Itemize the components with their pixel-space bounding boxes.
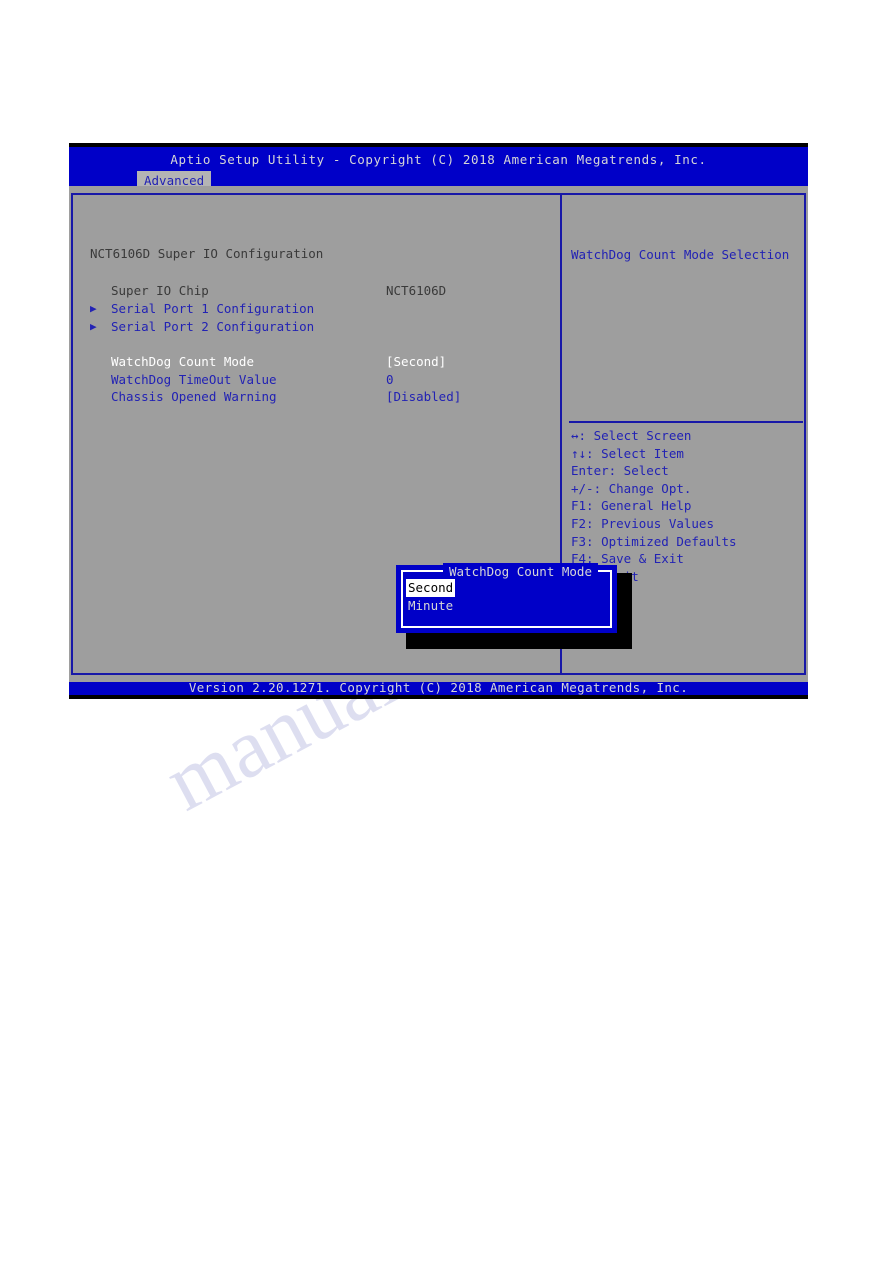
setting-row-serial-port-2[interactable]: ▶ Serial Port 2 Configuration (90, 318, 550, 336)
popup-option-second[interactable]: Second (406, 579, 456, 597)
help-divider (569, 421, 803, 423)
setting-label: Serial Port 1 Configuration (111, 301, 315, 316)
bottom-black-strip (69, 695, 808, 699)
setting-row-watchdog-count-mode[interactable]: WatchDog Count Mode [Second] (90, 353, 550, 371)
popup-option-minute[interactable]: Minute (406, 597, 455, 615)
setting-label: WatchDog Count Mode (111, 354, 254, 369)
setting-value: [Disabled] (386, 389, 462, 404)
help-description: WatchDog Count Mode Selection (571, 247, 790, 262)
popup-inner-border: WatchDog Count Mode Second Minute (401, 563, 612, 628)
setting-value: [Second] (386, 354, 447, 369)
setting-value: 0 (386, 372, 394, 387)
bios-setup-window: Aptio Setup Utility - Copyright (C) 2018… (69, 143, 808, 699)
section-heading: NCT6106D Super IO Configuration (90, 246, 324, 261)
footer-bar: Version 2.20.1271. Copyright (C) 2018 Am… (69, 680, 808, 695)
submenu-arrow-icon: ▶ (90, 302, 97, 315)
key-legend-f3-optimized-defaults: F3: Optimized Defaults (571, 533, 737, 549)
watchdog-count-mode-dialog[interactable]: WatchDog Count Mode Second Minute (396, 563, 617, 633)
page-title: Aptio Setup Utility - Copyright (C) 2018… (170, 152, 707, 167)
key-legend-select-screen: ↔: Select Screen (571, 428, 692, 443)
setting-label: WatchDog TimeOut Value (111, 372, 277, 387)
setting-value: NCT6106D (386, 283, 447, 298)
body-area: NCT6106D Super IO Configuration Super IO… (69, 186, 808, 682)
key-legend-select-item: ↑↓: Select Item (571, 445, 684, 461)
setting-row-chassis-opened-warning[interactable]: Chassis Opened Warning [Disabled] (90, 388, 550, 406)
setting-label: Chassis Opened Warning (111, 389, 277, 404)
setting-row-super-io-chip[interactable]: Super IO Chip NCT6106D (90, 282, 550, 300)
key-legend-change-opt: +/-: Change Opt. (571, 480, 692, 496)
submenu-arrow-icon: ▶ (90, 320, 97, 333)
popup-title: WatchDog Count Mode (443, 563, 598, 580)
setting-label: Super IO Chip (111, 283, 209, 298)
setting-row-watchdog-timeout-value[interactable]: WatchDog TimeOut Value 0 (90, 371, 550, 389)
setting-row-serial-port-1[interactable]: ▶ Serial Port 1 Configuration (90, 300, 550, 318)
setting-label: Serial Port 2 Configuration (111, 319, 315, 334)
header-bar: Aptio Setup Utility - Copyright (C) 2018… (69, 147, 808, 190)
key-legend-f1-general-help: F1: General Help (571, 498, 692, 514)
version-text: Version 2.20.1271. Copyright (C) 2018 Am… (188, 680, 689, 695)
key-legend-enter-select: Enter: Select (571, 463, 669, 479)
key-legend-f2-previous-values: F2: Previous Values (571, 515, 714, 531)
key-legend: ↔: Select Screen ↑↓: Select Item Enter: … (571, 427, 803, 585)
